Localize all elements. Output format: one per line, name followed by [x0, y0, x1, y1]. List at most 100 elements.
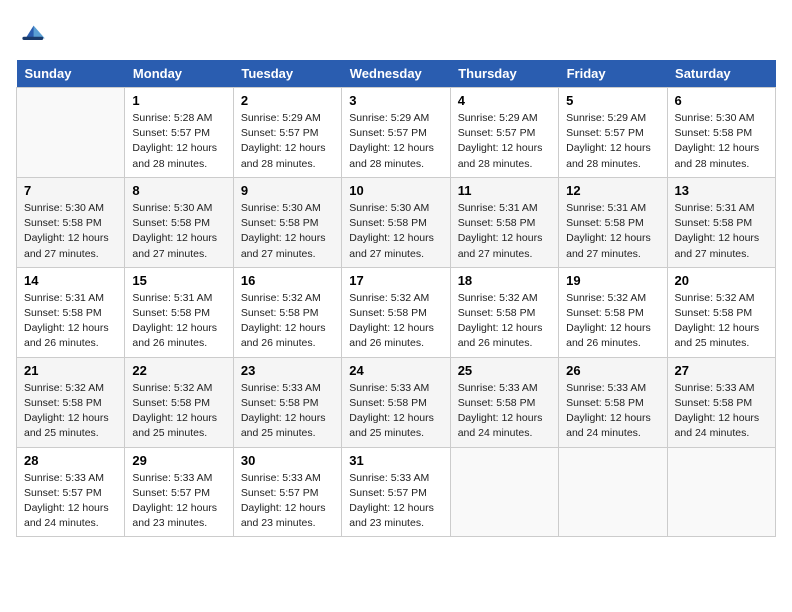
day-info: Sunrise: 5:33 AMSunset: 5:57 PMDaylight:…: [132, 471, 225, 532]
day-info: Sunrise: 5:30 AMSunset: 5:58 PMDaylight:…: [675, 111, 768, 172]
day-info: Sunrise: 5:29 AMSunset: 5:57 PMDaylight:…: [566, 111, 659, 172]
day-info: Sunrise: 5:31 AMSunset: 5:58 PMDaylight:…: [675, 201, 768, 262]
day-number: 8: [132, 183, 225, 198]
day-number: 24: [349, 363, 442, 378]
header-day: Friday: [559, 60, 667, 88]
calendar-cell: 6 Sunrise: 5:30 AMSunset: 5:58 PMDaylight…: [667, 88, 775, 178]
day-number: 19: [566, 273, 659, 288]
day-number: 9: [241, 183, 334, 198]
day-info: Sunrise: 5:33 AMSunset: 5:58 PMDaylight:…: [241, 381, 334, 442]
day-number: 22: [132, 363, 225, 378]
calendar-cell: 1 Sunrise: 5:28 AMSunset: 5:57 PMDaylight…: [125, 88, 233, 178]
header-day: Saturday: [667, 60, 775, 88]
day-info: Sunrise: 5:28 AMSunset: 5:57 PMDaylight:…: [132, 111, 225, 172]
day-info: Sunrise: 5:30 AMSunset: 5:58 PMDaylight:…: [241, 201, 334, 262]
day-number: 11: [458, 183, 551, 198]
calendar-cell: 21Sunrise: 5:32 AMSunset: 5:58 PMDayligh…: [17, 357, 125, 447]
day-number: 15: [132, 273, 225, 288]
day-info: Sunrise: 5:33 AMSunset: 5:57 PMDaylight:…: [241, 471, 334, 532]
header-day: Tuesday: [233, 60, 341, 88]
day-info: Sunrise: 5:31 AMSunset: 5:58 PMDaylight:…: [458, 201, 551, 262]
day-info: Sunrise: 5:33 AMSunset: 5:58 PMDaylight:…: [349, 381, 442, 442]
header-day: Monday: [125, 60, 233, 88]
day-info: Sunrise: 5:32 AMSunset: 5:58 PMDaylight:…: [458, 291, 551, 352]
day-number: 5: [566, 93, 659, 108]
day-info: Sunrise: 5:31 AMSunset: 5:58 PMDaylight:…: [566, 201, 659, 262]
calendar-header: SundayMondayTuesdayWednesdayThursdayFrid…: [17, 60, 776, 88]
calendar-cell: 18 Sunrise: 5:32 AMSunset: 5:58 PMDayligh…: [450, 267, 558, 357]
calendar-cell: [17, 88, 125, 178]
calendar-cell: 14Sunrise: 5:31 AMSunset: 5:58 PMDayligh…: [17, 267, 125, 357]
calendar-cell: 8 Sunrise: 5:30 AMSunset: 5:58 PMDaylight…: [125, 177, 233, 267]
day-info: Sunrise: 5:29 AMSunset: 5:57 PMDaylight:…: [349, 111, 442, 172]
day-info: Sunrise: 5:30 AMSunset: 5:58 PMDaylight:…: [24, 201, 117, 262]
day-info: Sunrise: 5:29 AMSunset: 5:57 PMDaylight:…: [458, 111, 551, 172]
day-info: Sunrise: 5:32 AMSunset: 5:58 PMDaylight:…: [349, 291, 442, 352]
calendar-cell: 26Sunrise: 5:33 AMSunset: 5:58 PMDayligh…: [559, 357, 667, 447]
day-number: 4: [458, 93, 551, 108]
day-info: Sunrise: 5:31 AMSunset: 5:58 PMDaylight:…: [132, 291, 225, 352]
logo: [16, 16, 52, 48]
day-number: 18: [458, 273, 551, 288]
header-day: Thursday: [450, 60, 558, 88]
day-number: 23: [241, 363, 334, 378]
calendar-cell: [559, 447, 667, 537]
calendar-table: SundayMondayTuesdayWednesdayThursdayFrid…: [16, 60, 776, 537]
day-number: 31: [349, 453, 442, 468]
day-number: 7: [24, 183, 117, 198]
calendar-cell: 2Sunrise: 5:29 AMSunset: 5:57 PMDaylight…: [233, 88, 341, 178]
calendar-cell: 20 Sunrise: 5:32 AMSunset: 5:58 PMDayligh…: [667, 267, 775, 357]
calendar-cell: 7 Sunrise: 5:30 AMSunset: 5:58 PMDaylight…: [17, 177, 125, 267]
day-number: 12: [566, 183, 659, 198]
day-number: 17: [349, 273, 442, 288]
calendar-cell: 5 Sunrise: 5:29 AMSunset: 5:57 PMDaylight…: [559, 88, 667, 178]
day-number: 21: [24, 363, 117, 378]
calendar-week: 14 Sunrise: 5:31 AMSunset: 5:58 PMDayligh…: [17, 267, 776, 357]
header-day: Wednesday: [342, 60, 450, 88]
day-number: 6: [675, 93, 768, 108]
day-number: 3: [349, 93, 442, 108]
calendar-week: 7 Sunrise: 5:30 AMSunset: 5:58 PMDaylight…: [17, 177, 776, 267]
day-number: 30: [241, 453, 334, 468]
calendar-cell: 25Sunrise: 5:33 AMSunset: 5:58 PMDayligh…: [450, 357, 558, 447]
calendar-week: 1 Sunrise: 5:28 AMSunset: 5:57 PMDaylight…: [17, 88, 776, 178]
page-header: [16, 16, 776, 48]
calendar-cell: 15 Sunrise: 5:31 AMSunset: 5:58 PMDayligh…: [125, 267, 233, 357]
day-info: Sunrise: 5:32 AMSunset: 5:58 PMDaylight:…: [132, 381, 225, 442]
day-info: Sunrise: 5:29 AMSunset: 5:57 PMDaylight:…: [241, 111, 334, 172]
day-number: 10: [349, 183, 442, 198]
calendar-body: 1 Sunrise: 5:28 AMSunset: 5:57 PMDaylight…: [17, 88, 776, 537]
day-number: 1: [132, 93, 225, 108]
calendar-cell: 23 Sunrise: 5:33 AMSunset: 5:58 PMDayligh…: [233, 357, 341, 447]
day-info: Sunrise: 5:33 AMSunset: 5:57 PMDaylight:…: [349, 471, 442, 532]
day-info: Sunrise: 5:33 AMSunset: 5:58 PMDaylight:…: [675, 381, 768, 442]
day-info: Sunrise: 5:32 AMSunset: 5:58 PMDaylight:…: [675, 291, 768, 352]
calendar-cell: 29 Sunrise: 5:33 AMSunset: 5:57 PMDayligh…: [125, 447, 233, 537]
logo-icon: [16, 16, 48, 48]
day-info: Sunrise: 5:33 AMSunset: 5:57 PMDaylight:…: [24, 471, 117, 532]
day-number: 27: [675, 363, 768, 378]
calendar-cell: 16 Sunrise: 5:32 AMSunset: 5:58 PMDayligh…: [233, 267, 341, 357]
day-number: 28: [24, 453, 117, 468]
calendar-cell: [667, 447, 775, 537]
day-number: 20: [675, 273, 768, 288]
day-number: 29: [132, 453, 225, 468]
header-row: SundayMondayTuesdayWednesdayThursdayFrid…: [17, 60, 776, 88]
calendar-week: 21 Sunrise: 5:32 AMSunset: 5:58 PMDayligh…: [17, 357, 776, 447]
calendar-cell: 9 Sunrise: 5:30 AMSunset: 5:58 PMDaylight…: [233, 177, 341, 267]
calendar-cell: 19Sunrise: 5:32 AMSunset: 5:58 PMDayligh…: [559, 267, 667, 357]
day-info: Sunrise: 5:32 AMSunset: 5:58 PMDaylight:…: [241, 291, 334, 352]
calendar-cell: 28 Sunrise: 5:33 AMSunset: 5:57 PMDayligh…: [17, 447, 125, 537]
day-number: 14: [24, 273, 117, 288]
day-info: Sunrise: 5:30 AMSunset: 5:58 PMDaylight:…: [132, 201, 225, 262]
day-number: 13: [675, 183, 768, 198]
day-number: 16: [241, 273, 334, 288]
calendar-week: 28 Sunrise: 5:33 AMSunset: 5:57 PMDayligh…: [17, 447, 776, 537]
calendar-cell: 27 Sunrise: 5:33 AMSunset: 5:58 PMDayligh…: [667, 357, 775, 447]
calendar-cell: 3 Sunrise: 5:29 AMSunset: 5:57 PMDaylight…: [342, 88, 450, 178]
calendar-cell: 4 Sunrise: 5:29 AMSunset: 5:57 PMDaylight…: [450, 88, 558, 178]
calendar-cell: 11 Sunrise: 5:31 AMSunset: 5:58 PMDayligh…: [450, 177, 558, 267]
calendar-cell: 10Sunrise: 5:30 AMSunset: 5:58 PMDayligh…: [342, 177, 450, 267]
calendar-cell: 12 Sunrise: 5:31 AMSunset: 5:58 PMDayligh…: [559, 177, 667, 267]
day-info: Sunrise: 5:33 AMSunset: 5:58 PMDaylight:…: [566, 381, 659, 442]
